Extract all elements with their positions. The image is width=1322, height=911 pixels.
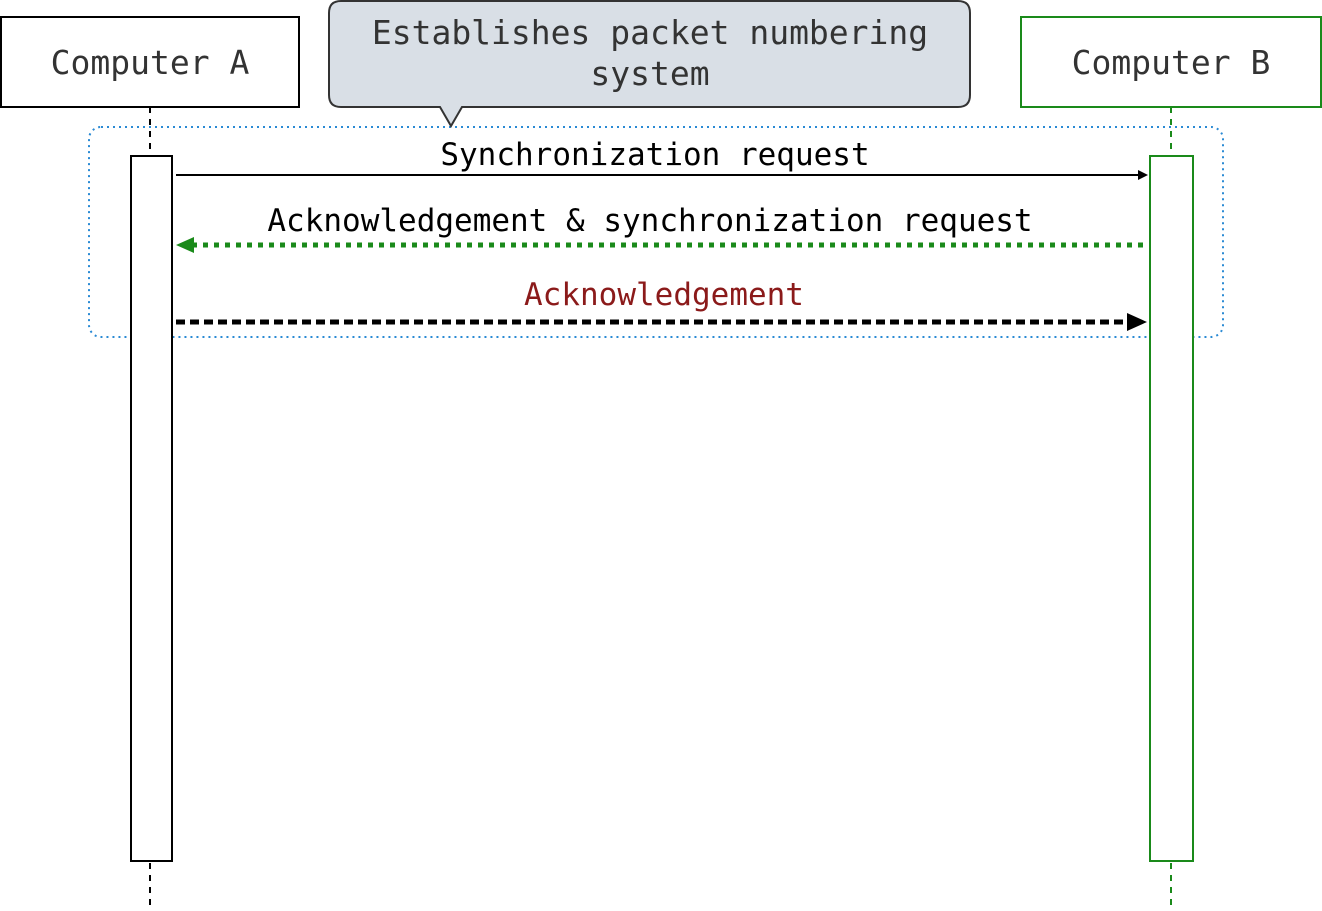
participant-label-b: Computer B [1072, 43, 1271, 82]
activation-bar-b [1149, 155, 1194, 862]
participant-label-a: Computer A [51, 43, 250, 82]
message-label-3: Acknowledgement [524, 277, 804, 313]
participant-computer-b: Computer B [1020, 16, 1322, 108]
message-label-1: Synchronization request [440, 137, 869, 173]
note-text-line-1: Establishes packet numbering [372, 13, 928, 52]
sequence-diagram: Computer A Computer B Establishes packet… [0, 0, 1322, 905]
message-acknowledgement: Acknowledgement [176, 277, 1147, 331]
message-ack-and-sync-request: Acknowledgement & synchronization reques… [176, 203, 1148, 253]
message-label-2: Acknowledgement & synchronization reques… [267, 203, 1032, 239]
activation-bar-a [130, 155, 173, 862]
message-synchronization-request: Synchronization request [176, 137, 1148, 180]
note-callout: Establishes packet numbering system [328, 0, 971, 128]
participant-computer-a: Computer A [0, 16, 300, 108]
note-text-line-2: system [590, 54, 709, 93]
